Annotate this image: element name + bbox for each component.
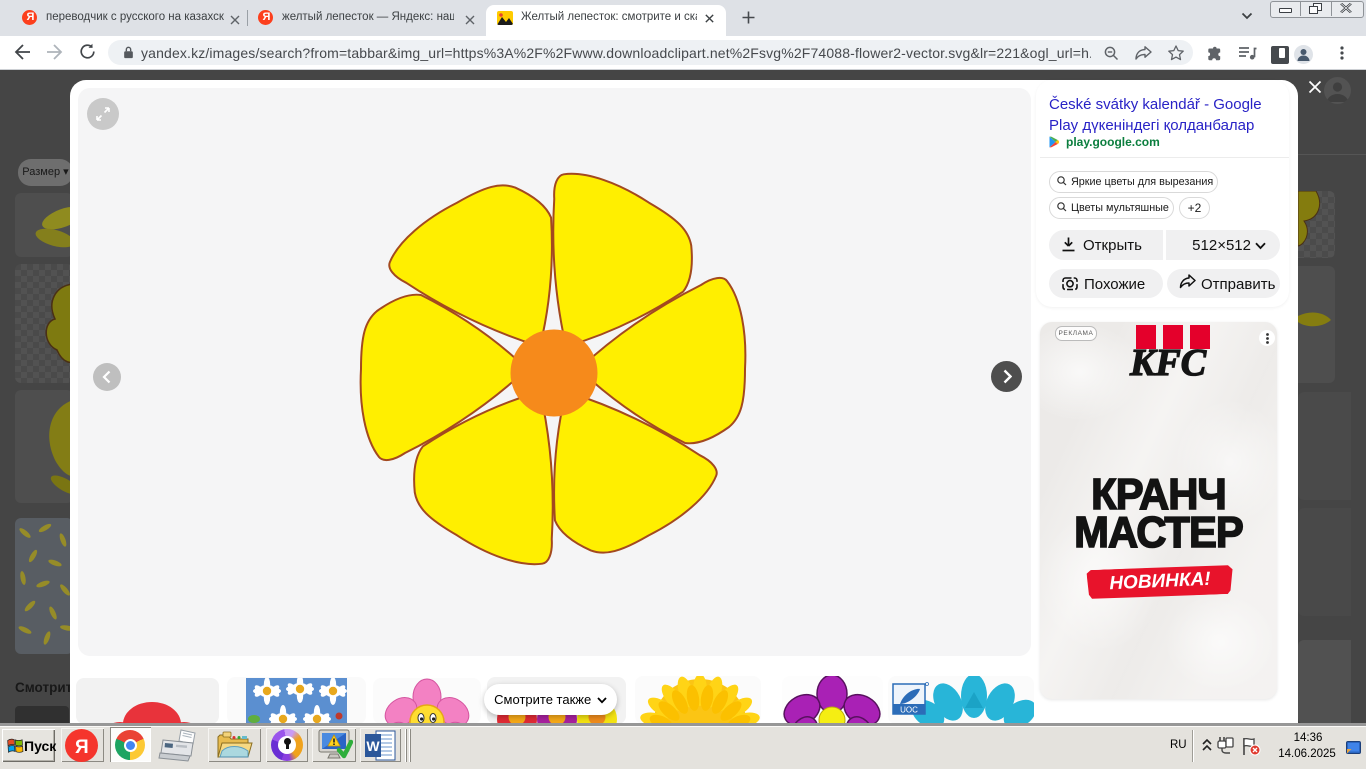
- svg-text:W: W: [366, 738, 380, 754]
- svg-text:UOC: UOC: [900, 706, 918, 715]
